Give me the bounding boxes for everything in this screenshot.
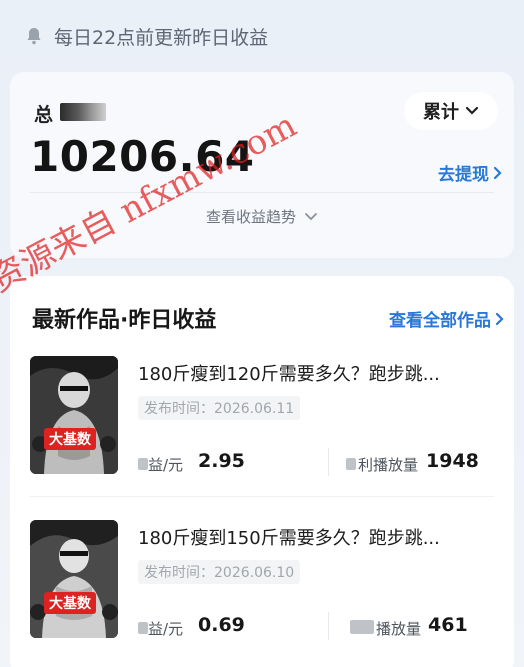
divider [328, 448, 329, 476]
section-title: 最新作品·昨日收益 [32, 308, 217, 333]
see-all-label: 查看全部作品 [389, 311, 491, 331]
earnings-summary-card: 总 累计 10206.64 去提现 查看收益趋势 [10, 72, 514, 258]
masked-text [346, 458, 356, 470]
notice-text: 每日22点前更新昨日收益 [54, 26, 269, 49]
withdraw-label: 去提现 [438, 165, 489, 185]
divider [328, 612, 329, 640]
thumbnail-image [30, 356, 118, 474]
publish-date: 发布时间：2026.06.10 [138, 560, 301, 584]
period-dropdown[interactable]: 累计 [404, 92, 498, 130]
plays-label: 播放量 [376, 620, 422, 638]
thumbnail-badge: 大基数 [44, 592, 96, 614]
masked-text [350, 620, 374, 634]
work-item[interactable]: 大基数 180斤瘦到120斤需要多久？跑步跳... 发布时间：2026.06.1… [30, 356, 504, 486]
thumbnail-badge: 大基数 [44, 428, 96, 450]
notice-bar: 每日22点前更新昨日收益 [0, 0, 524, 72]
earnings-value: 2.95 [198, 450, 245, 472]
total-label: 总 [34, 104, 54, 126]
divider [30, 192, 494, 193]
period-label: 累计 [423, 102, 459, 123]
work-item[interactable]: 大基数 180斤瘦到150斤需要多久？跑步跳... 发布时间：2026.06.1… [30, 520, 504, 650]
divider [30, 496, 494, 497]
video-thumbnail[interactable]: 大基数 [30, 356, 118, 474]
masked-text [138, 622, 148, 634]
chevron-right-icon [493, 166, 502, 179]
plays-value: 1948 [426, 450, 479, 472]
bell-icon [27, 28, 41, 45]
masked-text [60, 103, 106, 121]
masked-text [138, 458, 148, 470]
thumbnail-image [30, 520, 118, 638]
trend-label: 查看收益趋势 [205, 208, 296, 226]
total-amount: 10206.64 [30, 132, 255, 181]
earnings-label: 益/元 [148, 456, 184, 474]
trend-toggle[interactable]: 查看收益趋势 [10, 206, 514, 227]
earnings-value: 0.69 [198, 614, 245, 636]
publish-date: 发布时间：2026.06.11 [138, 396, 301, 420]
withdraw-link[interactable]: 去提现 [438, 160, 502, 185]
see-all-works-link[interactable]: 查看全部作品 [389, 306, 504, 331]
plays-value: 461 [428, 614, 468, 636]
chevron-right-icon [495, 312, 504, 325]
video-thumbnail[interactable]: 大基数 [30, 520, 118, 638]
work-title: 180斤瘦到150斤需要多久？跑步跳... [138, 528, 440, 549]
chevron-down-icon [465, 106, 479, 115]
latest-works-card: 最新作品·昨日收益 查看全部作品 大基数 180斤瘦到120斤需要多久？跑步跳.… [10, 276, 514, 667]
chevron-down-icon [305, 213, 317, 221]
plays-label: 利播放量 [358, 456, 419, 474]
work-title: 180斤瘦到120斤需要多久？跑步跳... [138, 364, 440, 385]
earnings-label: 益/元 [148, 620, 184, 638]
